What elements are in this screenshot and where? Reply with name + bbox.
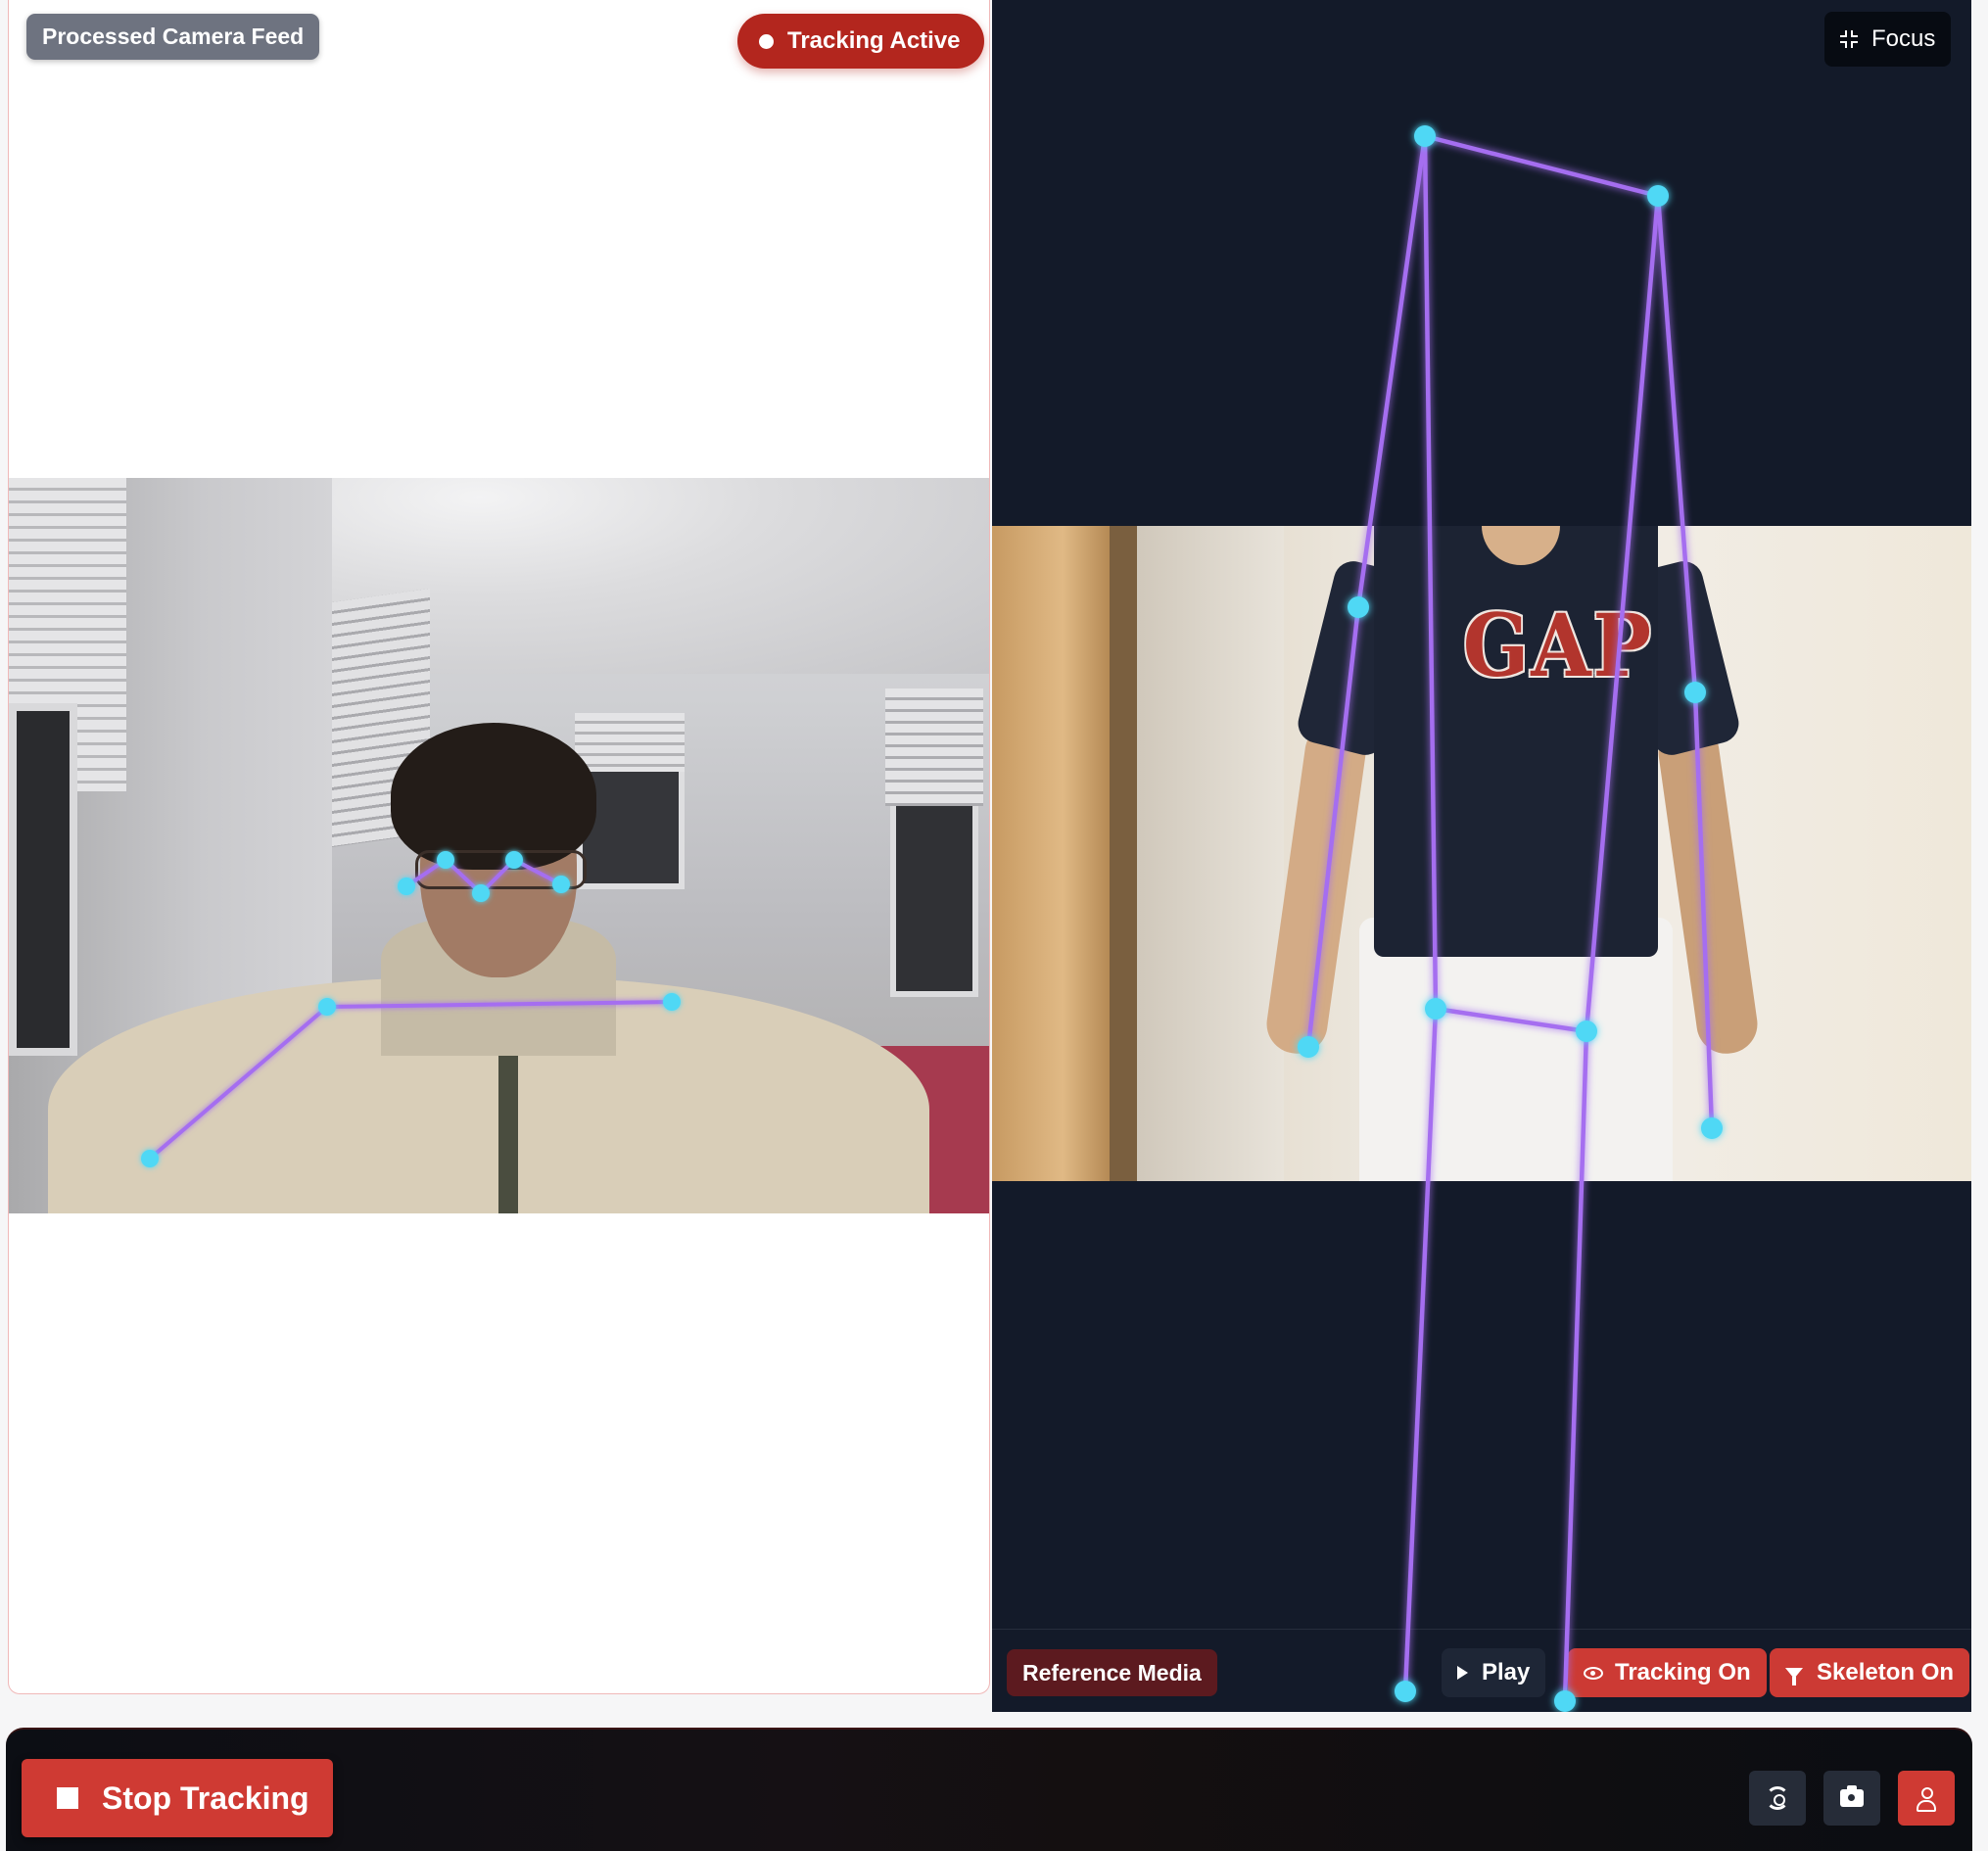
camera-frame: [9, 478, 989, 1213]
camera-person-hair: [391, 723, 596, 870]
snapshot-button[interactable]: [1823, 1771, 1880, 1826]
camera-blind: [885, 688, 983, 806]
tracking-active-badge: Tracking Active: [737, 14, 984, 69]
switch-camera-icon: [1766, 1786, 1789, 1810]
play-icon: [1457, 1666, 1468, 1680]
reference-media-panel: GAP Focus Reference Media Play Tracking …: [992, 0, 1971, 1712]
minimize-icon: [1840, 30, 1858, 48]
skeleton-toggle-button[interactable]: Skeleton On: [1770, 1648, 1970, 1697]
reference-controls-bar: Reference Media Play Tracking On Skeleto…: [992, 1629, 1971, 1712]
camera-blind: [575, 713, 685, 772]
reference-door-frame: [1110, 526, 1137, 1181]
focus-label: Focus: [1871, 25, 1936, 52]
filter-icon: [1785, 1667, 1803, 1685]
camera-icon: [1840, 1785, 1864, 1807]
camera-window: [9, 703, 77, 1056]
eye-icon: [1584, 1666, 1603, 1680]
play-button[interactable]: Play: [1442, 1648, 1546, 1697]
record-dot-icon: [759, 33, 774, 49]
stop-tracking-label: Stop Tracking: [102, 1780, 309, 1816]
shirt-print-text: GAP: [1462, 594, 1653, 696]
reference-person-shorts: [1359, 918, 1673, 1181]
stop-tracking-button[interactable]: Stop Tracking: [22, 1759, 333, 1837]
play-label: Play: [1482, 1659, 1531, 1685]
stop-icon: [57, 1787, 78, 1809]
skeleton-toggle-label: Skeleton On: [1817, 1659, 1955, 1685]
reference-wall: [1137, 526, 1284, 1181]
camera-person-glasses: [415, 850, 587, 889]
bottom-toolbar: Stop Tracking: [6, 1728, 1972, 1851]
profile-button[interactable]: [1898, 1771, 1955, 1826]
focus-button[interactable]: Focus: [1824, 12, 1952, 67]
reference-media-label: Reference Media: [1007, 1649, 1217, 1696]
tracking-toggle-label: Tracking On: [1615, 1659, 1751, 1685]
switch-camera-button[interactable]: [1749, 1771, 1806, 1826]
reference-frame: GAP: [992, 526, 1971, 1181]
camera-feed-panel: Processed Camera Feed Tracking Active: [8, 0, 990, 1694]
reference-person-shirt: [1374, 526, 1658, 957]
person-icon: [1916, 1786, 1937, 1812]
tracking-active-label: Tracking Active: [787, 27, 961, 54]
tracking-toggle-button[interactable]: Tracking On: [1568, 1648, 1767, 1697]
camera-feed-label: Processed Camera Feed: [26, 14, 320, 60]
reference-door: [992, 526, 1110, 1181]
